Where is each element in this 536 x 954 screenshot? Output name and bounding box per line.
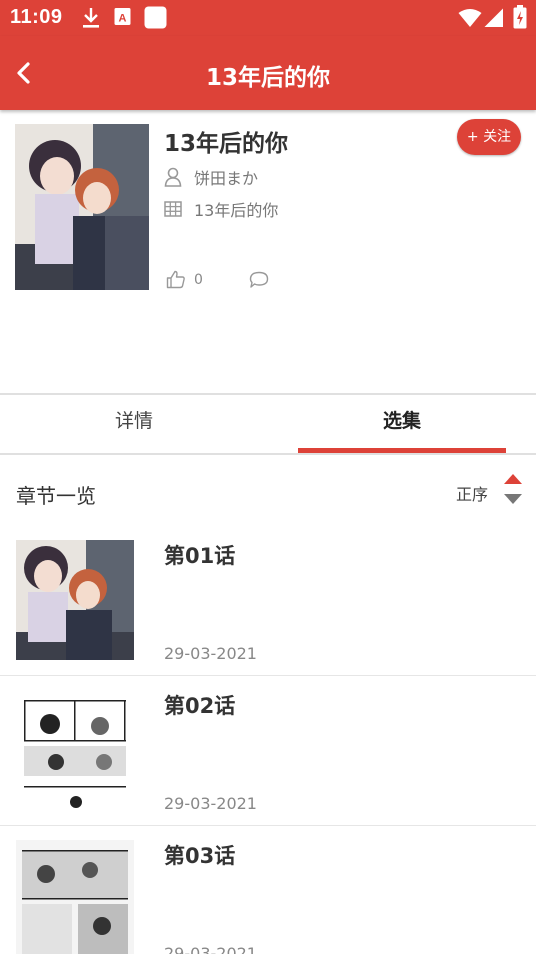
tab-episodes[interactable]: 选集 [268, 396, 536, 452]
comment-icon[interactable] [249, 271, 269, 289]
battery-icon [513, 5, 527, 29]
download-icon [83, 8, 99, 28]
chapter-row[interactable]: 第02话 29-03-2021 [0, 676, 536, 826]
sort-order-label[interactable]: 正序 [456, 481, 488, 505]
signal-icon [484, 8, 503, 27]
author-row: 饼田まか [164, 165, 258, 189]
chapter-thumbnail [16, 840, 134, 954]
chapter-title: 第01话 [164, 544, 236, 568]
person-icon [164, 167, 182, 187]
chapter-date: 29-03-2021 [164, 944, 257, 954]
chapter-title: 第03话 [164, 844, 236, 868]
status-time: 11:09 [10, 6, 63, 28]
book-stats: 0 [166, 270, 269, 289]
chapter-thumbnail [16, 690, 134, 810]
book-cover[interactable] [15, 124, 149, 290]
status-bar: 11:09 A [0, 0, 536, 36]
wifi-icon [458, 9, 482, 27]
grid-icon [164, 201, 182, 217]
tab-details[interactable]: 详情 [0, 396, 268, 452]
square-icon [144, 6, 167, 29]
category-row: 13年后的你 [164, 197, 278, 221]
chapter-row[interactable]: 第01话 29-03-2021 [0, 526, 536, 676]
category-name: 13年后的你 [194, 201, 279, 220]
follow-button[interactable]: + 关注 [457, 119, 521, 155]
book-title: 13年后的你 [164, 131, 289, 157]
svg-text:A: A [119, 13, 127, 25]
chapter-list-title: 章节一览 [16, 484, 96, 508]
page-title: 13年后的你 [205, 65, 330, 91]
tabs-bottom-divider [0, 453, 536, 455]
tabs-top-divider [0, 393, 536, 395]
chapter-date: 29-03-2021 [164, 794, 257, 813]
sort-toggle-icon[interactable] [503, 472, 523, 506]
a-badge-icon: A [114, 8, 131, 25]
app-toolbar: 13年后的你 [0, 36, 536, 110]
chapter-title: 第02话 [164, 694, 236, 718]
author-name: 饼田まか [194, 169, 259, 188]
thumbs-up-icon[interactable] [166, 270, 186, 289]
chapter-date: 29-03-2021 [164, 644, 257, 663]
chapter-row[interactable]: 第03话 29-03-2021 [0, 826, 536, 954]
like-count: 0 [194, 271, 203, 288]
chapter-thumbnail [16, 540, 134, 660]
